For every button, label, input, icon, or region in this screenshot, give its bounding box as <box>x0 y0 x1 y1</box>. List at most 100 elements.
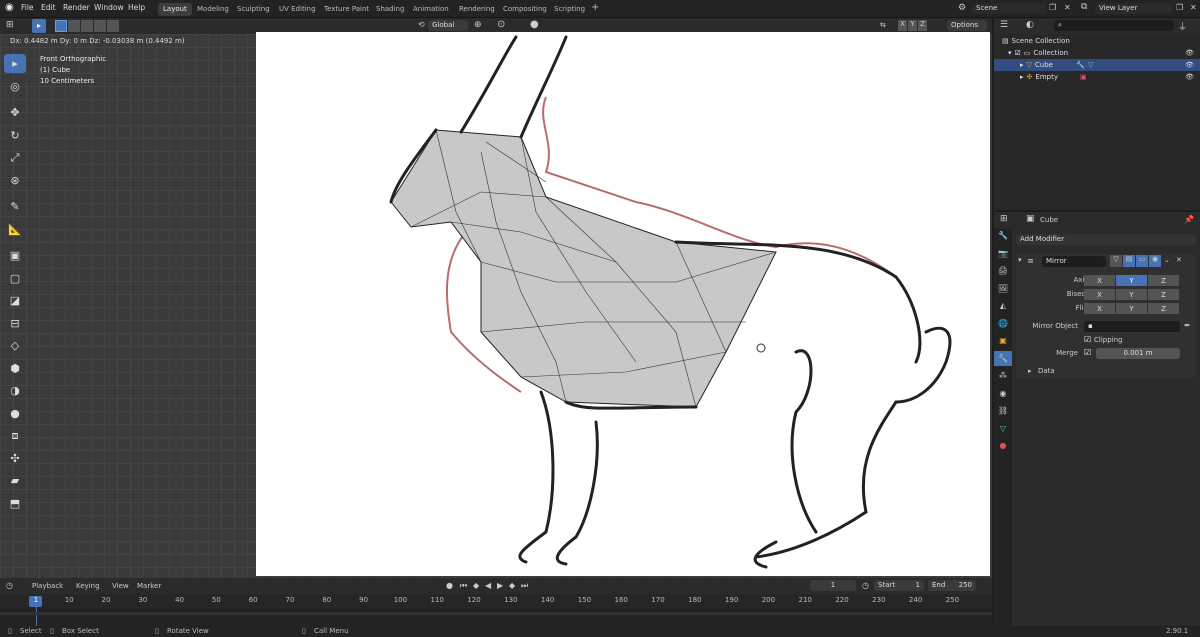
tab-sculpting[interactable]: Sculpting <box>232 3 275 16</box>
flip-y-button[interactable]: Y <box>1116 303 1147 314</box>
tab-rendering[interactable]: Rendering <box>454 3 500 16</box>
outliner-item-cube[interactable]: ▸ ▽ Cube 🔧 ▽ 👁 <box>994 59 1200 71</box>
object-tab-icon[interactable]: ▣ <box>994 333 1012 348</box>
menu-edit[interactable]: Edit <box>41 3 56 12</box>
shear-tool-icon[interactable]: ▰ <box>4 471 26 490</box>
tab-compositing[interactable]: Compositing <box>498 3 552 16</box>
end-frame-input[interactable]: End 250 <box>928 580 976 591</box>
timeline-scrollbar[interactable] <box>0 612 992 615</box>
transform-tool-icon[interactable]: ⊛ <box>4 171 26 190</box>
start-frame-input[interactable]: Start 1 <box>874 580 924 591</box>
tab-scripting[interactable]: Scripting <box>549 3 590 16</box>
tab-texture-paint[interactable]: Texture Paint <box>319 3 374 16</box>
render-tab-icon[interactable]: 📷 <box>994 246 1012 261</box>
select-tool-icon[interactable]: ▸ <box>4 54 26 73</box>
play-reverse-icon[interactable]: ◀ <box>485 581 491 590</box>
spin-tool-icon[interactable]: ◑ <box>4 381 26 400</box>
clipping-checkbox[interactable]: ☑ <box>1084 335 1091 344</box>
render-icon[interactable]: ◉ <box>1149 255 1161 267</box>
bisect-y-button[interactable]: Y <box>1116 289 1147 300</box>
mode-new-icon[interactable] <box>55 20 67 32</box>
options-dropdown[interactable]: Options <box>947 20 987 31</box>
tab-modeling[interactable]: Modeling <box>192 3 234 16</box>
bevel-tool-icon[interactable]: ◪ <box>4 291 26 310</box>
properties-editor-icon[interactable]: ⊞ <box>1000 214 1008 224</box>
menu-render[interactable]: Render <box>63 3 90 12</box>
proportional-edit-icon[interactable]: ● <box>530 19 539 30</box>
timeline-editor-icon[interactable]: ◷ <box>6 581 13 590</box>
scene-icon[interactable]: ⚙ <box>958 3 966 13</box>
axis-z-button[interactable]: Z <box>1148 275 1179 286</box>
expand-icon[interactable]: ▾ <box>1008 49 1012 57</box>
collapse-icon[interactable]: ▾ <box>1018 256 1022 264</box>
shrink-fatten-tool-icon[interactable]: ✣ <box>4 449 26 468</box>
smooth-tool-icon[interactable]: ● <box>4 404 26 423</box>
expand-icon[interactable]: ▸ <box>1020 73 1024 81</box>
rip-tool-icon[interactable]: ⬒ <box>4 494 26 513</box>
visibility-eye-icon[interactable]: 👁 <box>1185 61 1194 69</box>
next-keyframe-icon[interactable]: ◆ <box>509 581 515 590</box>
current-frame-input[interactable]: 1 <box>810 580 856 591</box>
move-tool-icon[interactable]: ✥ <box>4 103 26 122</box>
add-workspace-icon[interactable]: + <box>591 2 599 13</box>
loop-cut-tool-icon[interactable]: ⊟ <box>4 314 26 333</box>
particles-tab-icon[interactable]: ⁂ <box>994 368 1012 383</box>
bisect-z-button[interactable]: Z <box>1148 289 1179 300</box>
axis-y-toggle[interactable]: Y <box>908 20 917 31</box>
menu-help[interactable]: Help <box>128 3 145 12</box>
mirror-object-field[interactable]: ▪ <box>1084 321 1180 332</box>
view-layer-selector[interactable]: View Layer <box>1095 3 1173 14</box>
expand-icon[interactable]: ▸ <box>1020 61 1024 69</box>
view-menu[interactable]: View <box>112 582 129 590</box>
preview-range-icon[interactable]: ◷ <box>862 581 869 590</box>
expand-icon[interactable]: ▸ <box>1028 367 1032 375</box>
world-tab-icon[interactable]: 🌐 <box>994 316 1012 331</box>
add-modifier-button[interactable]: Add Modifier <box>1016 234 1196 245</box>
constraints-tab-icon[interactable]: ⛓ <box>994 403 1012 418</box>
tab-uv-editing[interactable]: UV Editing <box>274 3 321 16</box>
new-scene-icon[interactable]: ❐ <box>1049 3 1056 12</box>
tab-layout[interactable]: Layout <box>158 3 192 16</box>
tab-shading[interactable]: Shading <box>371 3 409 16</box>
edit-cage-icon[interactable]: ▽ <box>1110 255 1122 267</box>
modifier-name-input[interactable]: Mirror <box>1042 256 1106 267</box>
axis-y-button[interactable]: Y <box>1116 275 1147 286</box>
playback-menu[interactable]: Playback <box>32 582 63 590</box>
output-tab-icon[interactable]: 🖨 <box>994 263 1012 278</box>
pin-icon[interactable]: 📌 <box>1184 215 1194 224</box>
merge-distance-input[interactable]: 0.001 m <box>1096 348 1180 359</box>
inset-tool-icon[interactable]: ▢ <box>4 269 26 288</box>
material-tab-icon[interactable]: ● <box>994 438 1012 453</box>
scene-selector[interactable]: Scene <box>972 3 1046 14</box>
scene-tab-icon[interactable]: ◭ <box>994 298 1012 313</box>
extrude-tool-icon[interactable]: ▣ <box>4 246 26 265</box>
filter-icon[interactable]: ⏚ <box>1178 20 1187 33</box>
outliner-search-input[interactable]: ⌕ <box>1054 20 1174 31</box>
tool-tab-icon[interactable]: 🔧 <box>994 228 1012 243</box>
outliner-item-empty[interactable]: ▸ ✣ Empty ▣ 👁 <box>994 71 1200 83</box>
outliner-editor-icon[interactable]: ☰ <box>1000 20 1008 30</box>
mode-subtract-icon[interactable] <box>81 20 93 32</box>
physics-tab-icon[interactable]: ◉ <box>994 386 1012 401</box>
knife-tool-icon[interactable]: ◇ <box>4 336 26 355</box>
data-subpanel[interactable]: Data <box>1038 367 1055 375</box>
cursor-tool-icon[interactable]: ◎ <box>4 77 26 96</box>
modifier-tab-icon[interactable]: 🔧 <box>994 350 1012 366</box>
realtime-icon[interactable]: ▭ <box>1136 255 1148 267</box>
visibility-eye-icon[interactable]: 👁 <box>1185 49 1194 57</box>
checkbox-icon[interactable]: ☑ <box>1015 49 1021 57</box>
menu-file[interactable]: File <box>21 3 34 12</box>
keying-menu[interactable]: Keying <box>76 582 100 590</box>
bisect-x-button[interactable]: X <box>1084 289 1115 300</box>
visibility-eye-icon[interactable]: 👁 <box>1185 73 1194 81</box>
menu-window[interactable]: Window <box>94 3 124 12</box>
3d-cursor-icon[interactable] <box>756 343 766 353</box>
scale-tool-icon[interactable]: ⤢ <box>4 148 26 167</box>
mode-invert-icon[interactable] <box>94 20 106 32</box>
mode-intersect-icon[interactable] <box>107 20 119 32</box>
select-mode-icon[interactable]: ▸ <box>32 19 46 33</box>
editor-type-icon[interactable]: ⊞ <box>6 20 14 30</box>
axis-x-toggle[interactable]: X <box>898 20 907 31</box>
measure-tool-icon[interactable]: 📐 <box>4 220 26 239</box>
rotate-tool-icon[interactable]: ↻ <box>4 126 26 145</box>
